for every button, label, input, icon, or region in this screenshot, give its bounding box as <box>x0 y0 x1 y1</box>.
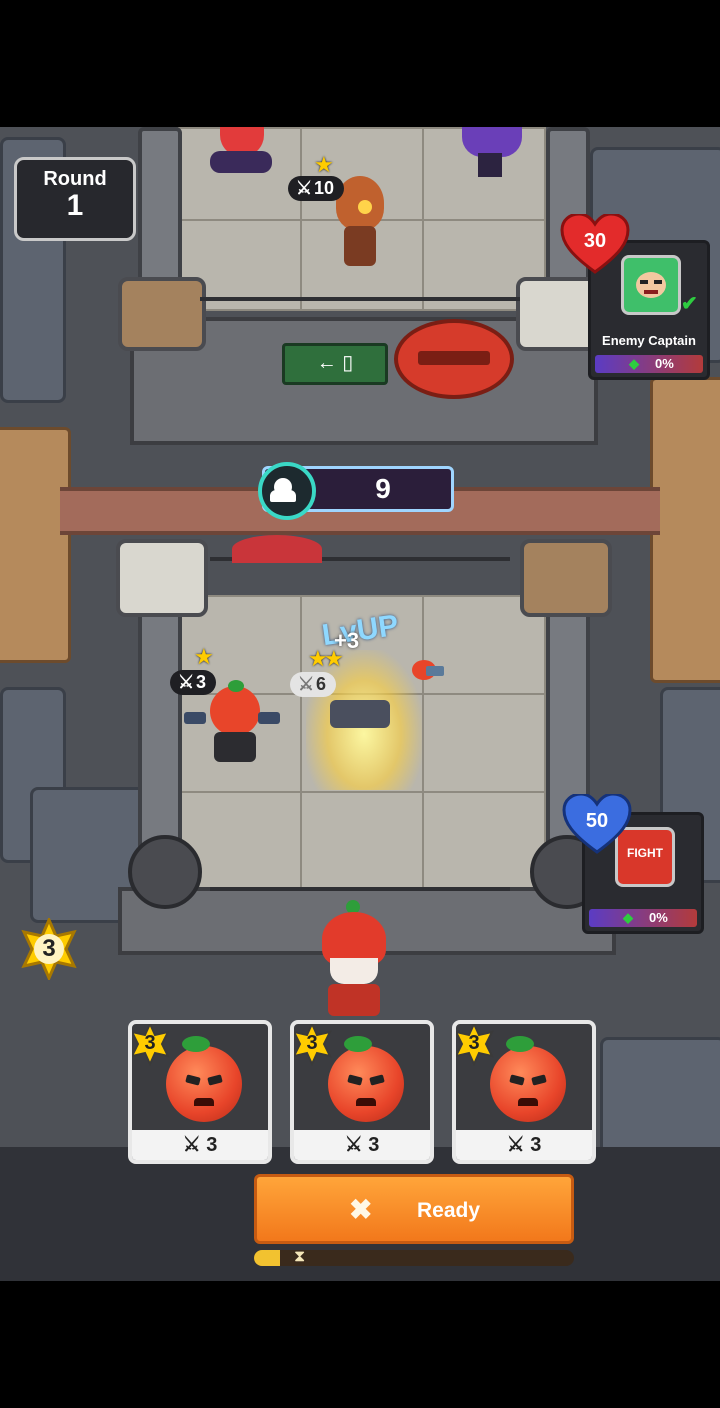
player-unit-power-badge[interactable]: ⚔ 3 <box>170 670 217 695</box>
sword-icon: ⚔ <box>344 1134 369 1156</box>
chain <box>210 887 510 891</box>
card-power-value: 3 <box>368 1134 380 1156</box>
card-cost: 3 <box>306 1032 318 1054</box>
enemy-hp-value: 30 <box>583 230 607 252</box>
player-unit-power: 3 <box>196 672 207 692</box>
crowd-count: 9 <box>375 473 391 504</box>
round-number: 1 <box>66 189 84 222</box>
player-hero-character <box>316 900 392 1018</box>
card-cost: 3 <box>144 1032 156 1054</box>
round-label: Round <box>43 168 107 190</box>
leaf-icon <box>344 1036 372 1052</box>
player-tile <box>422 693 546 793</box>
red-cushion <box>232 535 322 563</box>
star-icon: ★ <box>314 152 334 177</box>
card-cost-badge: 3 <box>294 1024 334 1067</box>
card-cost-badge: 3 <box>456 1024 496 1067</box>
crossed-swords-icon: ✖ <box>349 1194 373 1225</box>
sword-icon: ⚔ <box>182 1134 207 1156</box>
enemy-character-purple <box>452 127 532 179</box>
card-cost-badge: 3 <box>132 1024 172 1067</box>
enemy-character-red <box>206 127 276 175</box>
star-icon: ★ <box>194 644 214 669</box>
coin-count: 3 <box>42 935 56 962</box>
card-power: ⚔ 3 <box>132 1130 268 1160</box>
green-frog-icon: ◆ <box>629 356 639 371</box>
crowd-icon <box>258 462 316 520</box>
check-icon: ✔ <box>681 293 698 315</box>
card-power: ⚔ 3 <box>456 1130 592 1160</box>
enemy-heart-icon: 30 <box>560 212 630 274</box>
shop-card[interactable]: 3 ⚔ 3 <box>290 1020 434 1164</box>
player-tile <box>300 791 424 891</box>
boarded-cap <box>520 539 612 617</box>
sword-icon: ⚔ <box>506 1134 531 1156</box>
boarded-cap <box>118 277 206 351</box>
ready-button[interactable]: ✖ Ready <box>254 1174 574 1244</box>
right-plank <box>650 377 720 683</box>
player-progress-bar: ◆ 0% <box>589 909 697 927</box>
exit-sign-icon: ← ▯ <box>282 343 388 385</box>
coin-counter: 3 <box>18 916 80 982</box>
tomato-mafia-portrait <box>328 1046 404 1122</box>
outlet-cap <box>116 539 208 617</box>
enemy-progress-text: 0% <box>655 356 674 371</box>
sword-icon: ⚔ <box>298 674 315 694</box>
green-frog-icon: ◆ <box>623 910 633 925</box>
enemy-progress-bar: ◆ 0% <box>595 355 703 373</box>
round-timer-bar: ⧗ <box>254 1250 574 1266</box>
player-tile <box>422 791 546 891</box>
merged-unit-power: 6 <box>316 674 327 694</box>
merged-unit-character <box>330 700 390 728</box>
card-power: ⚔ 3 <box>294 1130 430 1160</box>
chain <box>200 297 520 301</box>
enemy-unit-power: 10 <box>314 178 335 198</box>
star-icon: ★ <box>324 646 344 671</box>
player-unit-tomato <box>184 680 280 764</box>
sword-icon: ⚔ <box>178 672 195 692</box>
round-timer-fill <box>254 1250 280 1266</box>
ready-button-label: Ready <box>417 1199 481 1222</box>
hourglass-icon: ⧗ <box>294 1250 306 1265</box>
player-progress-text: 0% <box>649 910 668 925</box>
enemy-unit-power-badge[interactable]: ⚔ 10 <box>288 176 345 201</box>
card-power-value: 3 <box>206 1134 218 1156</box>
tomato-mafia-portrait <box>490 1046 566 1122</box>
leaf-icon <box>506 1036 534 1052</box>
sword-icon: ⚔ <box>296 178 313 198</box>
shop-card[interactable]: 3 ⚔ 3 <box>128 1020 272 1164</box>
no-entry-sign-icon <box>394 319 514 399</box>
tomato-mafia-portrait <box>166 1046 242 1122</box>
card-power-value: 3 <box>530 1134 542 1156</box>
player-hp-value: 50 <box>585 810 609 832</box>
enemy-captain-name: Enemy Captain <box>602 333 696 348</box>
leaf-icon <box>182 1036 210 1052</box>
shop-card[interactable]: 3 ⚔ 3 <box>452 1020 596 1164</box>
flying-gun-icon <box>404 656 444 686</box>
round-indicator: Round 1 <box>14 157 136 241</box>
left-plank <box>0 427 71 663</box>
angry-green-face-icon <box>621 255 681 315</box>
lamp <box>128 835 202 909</box>
card-cost: 3 <box>468 1032 480 1054</box>
merged-unit-power-badge[interactable]: ⚔ 6 <box>290 672 337 697</box>
player-heart-icon: 50 <box>562 792 632 854</box>
